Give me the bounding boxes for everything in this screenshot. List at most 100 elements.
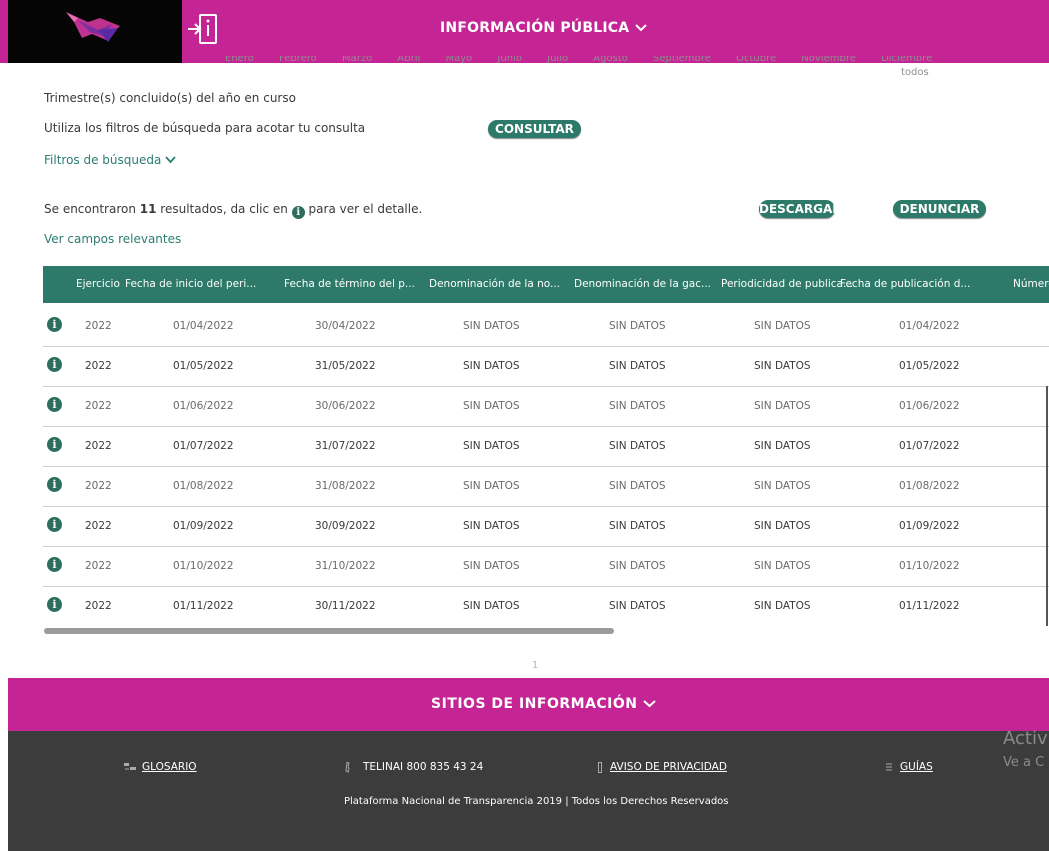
chevron-down-icon	[165, 153, 176, 167]
table-cell: SIN DATOS	[609, 440, 666, 452]
table-cell: 31/08/2022	[315, 480, 376, 492]
table-cell: 2022	[85, 520, 112, 532]
table-cell: 2022	[85, 560, 112, 572]
login-icon[interactable]	[186, 12, 222, 48]
results-middle: resultados, da clic en	[156, 202, 292, 216]
table-cell: 01/09/2022	[899, 520, 960, 532]
table-cell: SIN DATOS	[463, 480, 520, 492]
month-option[interactable]: Junio	[497, 56, 522, 64]
table-cell: SIN DATOS	[754, 560, 811, 572]
trimestre-text: Trimestre(s) concluido(s) del año en cur…	[44, 91, 296, 105]
col-header-fecha-publicacion[interactable]: Fecha de publicación d...	[840, 278, 970, 290]
chevron-down-icon	[643, 696, 656, 712]
guias-link[interactable]: GUÍAS	[886, 761, 933, 773]
table-cell: 01/11/2022	[899, 600, 960, 612]
info-icon[interactable]	[47, 397, 62, 412]
results-count: 11	[139, 202, 157, 216]
table-cell: 31/10/2022	[315, 560, 376, 572]
month-option[interactable]: Septiembre	[653, 56, 711, 64]
descargar-button[interactable]: DESCARGAR	[759, 200, 842, 218]
col-header-ejercicio[interactable]: Ejercicio	[76, 278, 120, 290]
table-cell: SIN DATOS	[609, 360, 666, 372]
table-cell: SIN DATOS	[463, 360, 520, 372]
table-cell: SIN DATOS	[463, 400, 520, 412]
table-cell: SIN DATOS	[463, 560, 520, 572]
vertical-scrollbar[interactable]	[1046, 386, 1048, 626]
table-cell: SIN DATOS	[754, 520, 811, 532]
filtros-label: Filtros de búsqueda	[44, 153, 162, 167]
sitios-informacion-menu[interactable]: SITIOS DE INFORMACIÓN	[431, 696, 656, 712]
month-option[interactable]: Enero	[225, 56, 254, 64]
info-icon[interactable]	[47, 477, 62, 492]
filtros-busqueda-toggle[interactable]: Filtros de búsqueda	[44, 153, 176, 167]
table-cell: 2022	[85, 600, 112, 612]
month-option[interactable]: Julio	[547, 56, 568, 64]
col-header-denominacion-norma[interactable]: Denominación de la no...	[429, 278, 560, 290]
table-cell: 01/09/2022	[173, 520, 234, 532]
info-icon[interactable]	[47, 557, 62, 572]
month-option[interactable]: Abril	[397, 56, 420, 64]
table-cell: 01/10/2022	[173, 560, 234, 572]
table-row: 2022 01/09/2022 30/09/2022 SIN DATOS SIN DAT…	[43, 506, 1049, 547]
col-header-fecha-termino[interactable]: Fecha de término del p...	[284, 278, 415, 290]
todos-option[interactable]: todos	[901, 67, 929, 78]
month-option[interactable]: Noviembre	[801, 56, 856, 64]
table-cell: 01/04/2022	[173, 320, 234, 332]
table-cell: 30/11/2022	[315, 600, 376, 612]
info-icon[interactable]	[47, 437, 62, 452]
month-option[interactable]: Agosto	[593, 56, 628, 64]
results-summary: Se encontraron 11 resultados, da clic en…	[44, 202, 422, 219]
copyright-text: Plataforma Nacional de Transparencia 201…	[344, 796, 729, 807]
table-row: 2022 01/05/2022 31/05/2022 SIN DATOS SIN DAT…	[43, 346, 1049, 387]
col-header-fecha-inicio[interactable]: Fecha de inicio del peri...	[125, 278, 256, 290]
col-header-denominacion-gaceta[interactable]: Denominación de la gac...	[574, 278, 711, 290]
denunciar-button[interactable]: DENUNCIAR	[893, 200, 986, 218]
month-option[interactable]: Marzo	[342, 56, 372, 64]
table-row: 2022 01/06/2022 30/06/2022 SIN DATOS SIN DAT…	[43, 386, 1049, 427]
info-icon[interactable]	[47, 517, 62, 532]
table-cell: 01/04/2022	[899, 320, 960, 332]
table-cell: 2022	[85, 320, 112, 332]
info-icon[interactable]	[47, 317, 62, 332]
table-cell: SIN DATOS	[609, 480, 666, 492]
table-cell: 01/07/2022	[173, 440, 234, 452]
info-icon: i	[291, 206, 305, 219]
table-cell: 31/05/2022	[315, 360, 376, 372]
month-option[interactable]: Diciembre	[881, 56, 932, 64]
informacion-publica-menu[interactable]: INFORMACIÓN PÚBLICA	[440, 20, 647, 36]
glossary-icon	[124, 762, 136, 772]
guide-icon	[886, 762, 892, 772]
results-suffix: para ver el detalle.	[304, 202, 423, 216]
table-cell: 01/05/2022	[173, 360, 234, 372]
logo[interactable]	[8, 0, 182, 63]
glosario-link[interactable]: GLOSARIO	[124, 761, 197, 773]
table-cell: 01/08/2022	[899, 480, 960, 492]
table-cell: SIN DATOS	[754, 320, 811, 332]
table-row: 2022 01/07/2022 31/07/2022 SIN DATOS SIN DAT…	[43, 426, 1049, 467]
ver-campos-relevantes-link[interactable]: Ver campos relevantes	[44, 232, 181, 246]
telinai-link[interactable]: TELINAI 800 835 43 24	[345, 761, 483, 773]
col-header-numero[interactable]: Número	[1013, 278, 1049, 290]
table-cell: SIN DATOS	[754, 360, 811, 372]
month-option[interactable]: Febrero	[279, 56, 317, 64]
table-cell: SIN DATOS	[463, 520, 520, 532]
month-option[interactable]: Mayo	[445, 56, 472, 64]
table-row: 2022 01/04/2022 30/04/2022 SIN DATOS SIN DAT…	[43, 306, 1049, 347]
glosario-label: GLOSARIO	[142, 761, 197, 773]
month-option[interactable]: Octubre	[736, 56, 776, 64]
aviso-privacidad-link[interactable]: AVISO DE PRIVACIDAD	[598, 761, 727, 773]
table-cell: 2022	[85, 480, 112, 492]
table-cell: 30/09/2022	[315, 520, 376, 532]
page-number[interactable]: 1	[532, 660, 538, 671]
horizontal-scrollbar[interactable]	[44, 628, 614, 634]
table-cell: 01/08/2022	[173, 480, 234, 492]
telinai-label: TELINAI 800 835 43 24	[363, 761, 484, 773]
results-table: Ejercicio Fecha de inicio del peri... Fe…	[43, 266, 1049, 626]
results-prefix: Se encontraron	[44, 202, 140, 216]
info-icon[interactable]	[47, 597, 62, 612]
info-icon[interactable]	[47, 357, 62, 372]
consultar-button[interactable]: CONSULTAR	[488, 120, 581, 138]
table-cell: 01/06/2022	[899, 400, 960, 412]
col-header-periodicidad[interactable]: Periodicidad de publica...	[721, 278, 853, 290]
footer	[8, 731, 1049, 851]
